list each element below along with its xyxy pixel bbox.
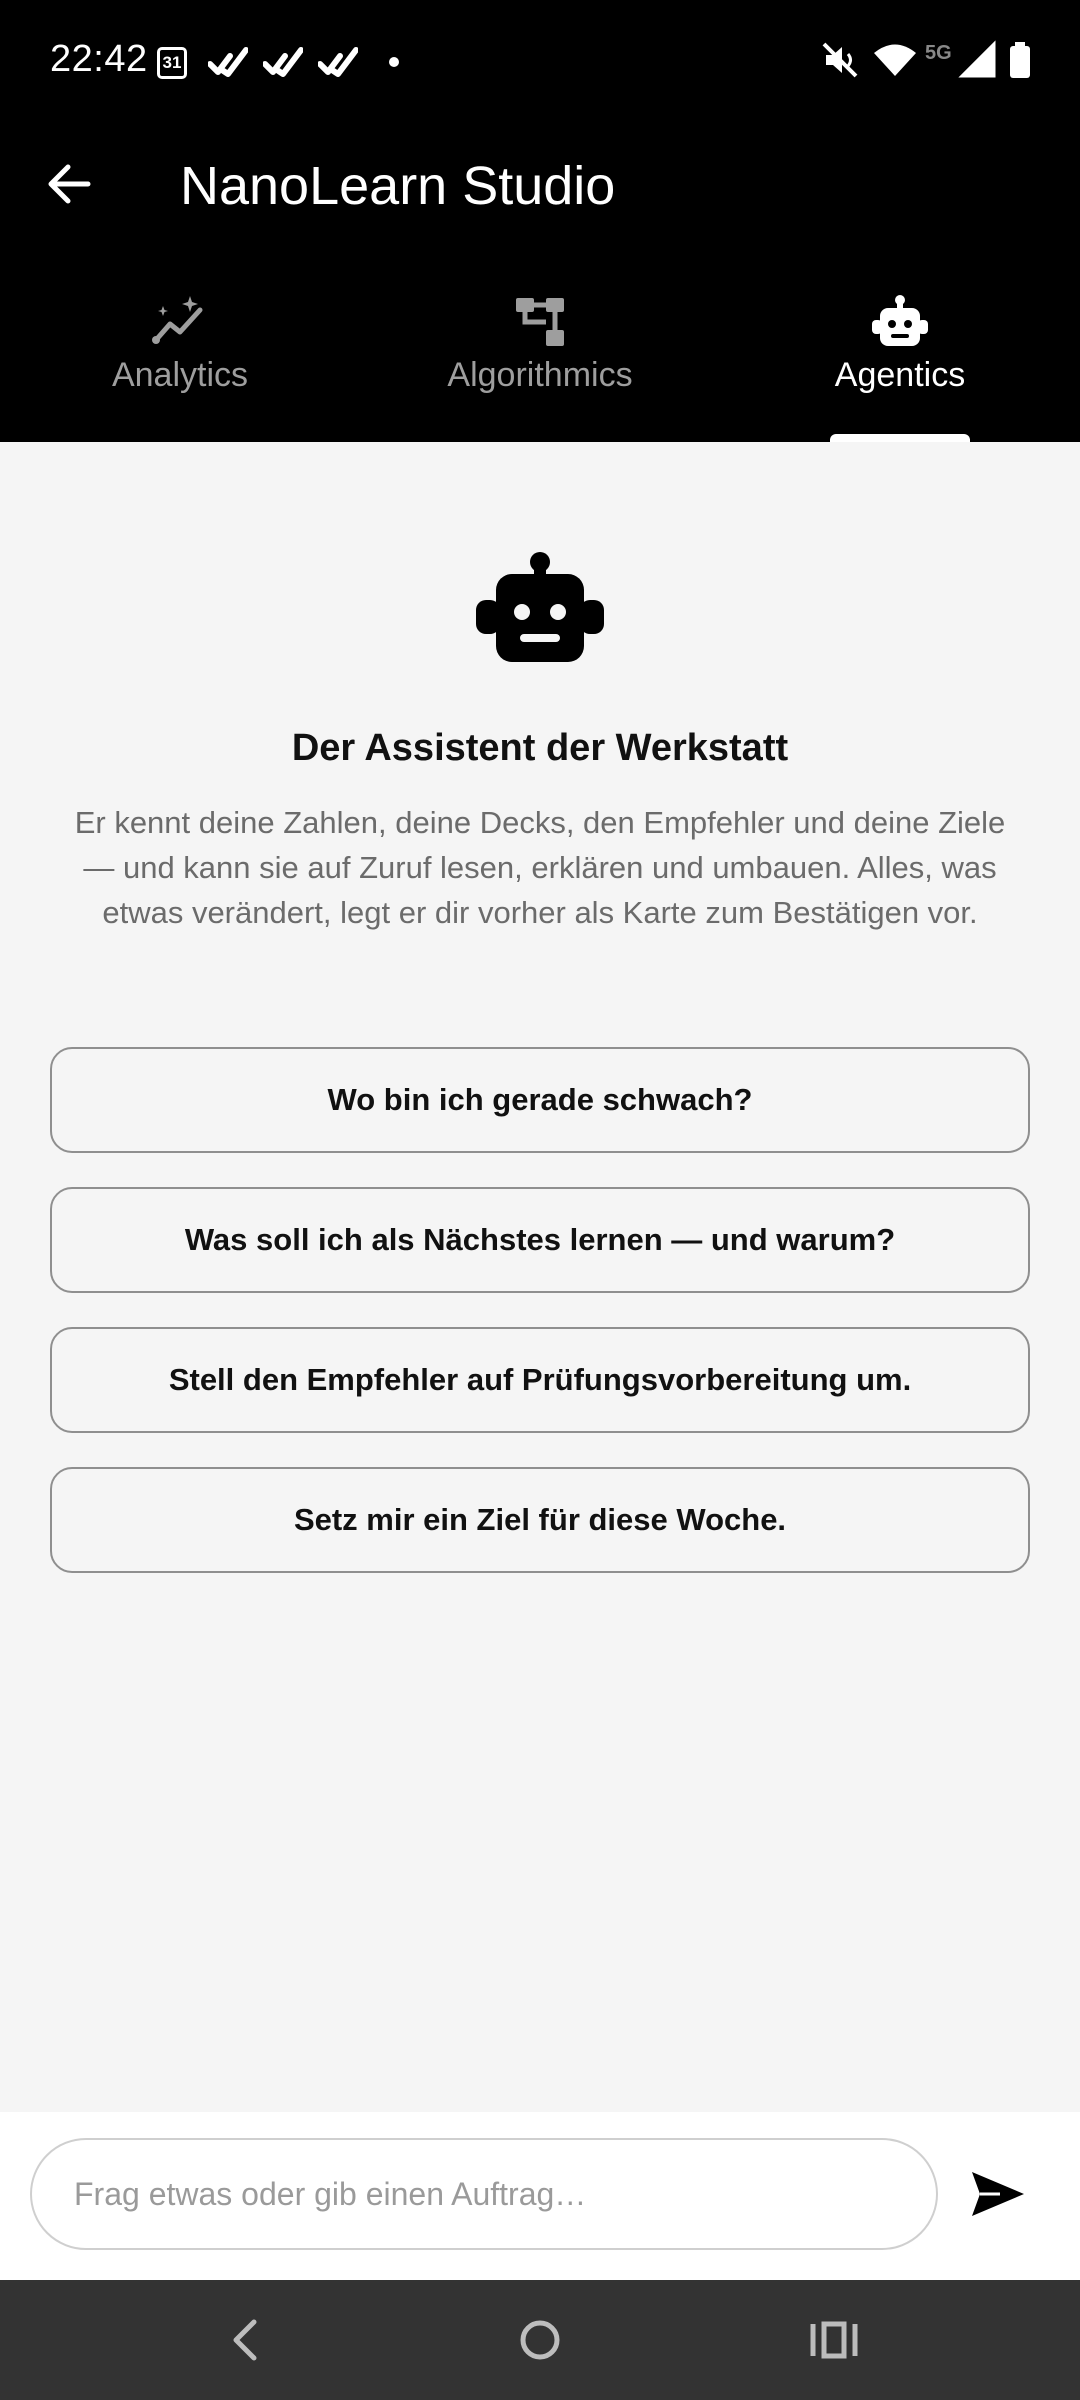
check-icon	[208, 47, 248, 77]
tab-agentics[interactable]: Agentics	[720, 274, 1080, 442]
tab-analytics[interactable]: Analytics	[0, 274, 360, 442]
flow-chart-icon	[516, 298, 564, 346]
message-composer	[0, 2112, 1080, 2280]
suggestion-button[interactable]: Stell den Empfehler auf Prüfungsvorberei…	[50, 1327, 1030, 1433]
tab-algorithmics[interactable]: Algorithmics	[360, 274, 720, 442]
page-title: NanoLearn Studio	[180, 156, 616, 216]
tab-bar: Analytics Algorithmics Agentics	[0, 274, 1080, 442]
robot-icon	[872, 295, 928, 346]
mute-icon	[822, 42, 858, 78]
active-tab-indicator	[830, 434, 970, 442]
check-icon	[263, 47, 303, 77]
send-icon[interactable]	[968, 2164, 1028, 2224]
suggestion-button[interactable]: Was soll ich als Nächstes lernen — und w…	[50, 1187, 1030, 1293]
suggestion-button[interactable]: Setz mir ein Ziel für diese Woche.	[50, 1467, 1030, 1573]
assistant-description: Er kennt deine Zahlen, deine Decks, den …	[74, 805, 1006, 930]
check-icon	[318, 47, 358, 77]
tab-label: Analytics	[111, 356, 249, 394]
nav-back-icon[interactable]	[216, 2310, 276, 2370]
status-time: 22:42	[50, 38, 148, 80]
calendar-icon: 31	[157, 47, 187, 79]
system-nav-bar	[0, 2280, 1080, 2400]
robot-icon	[476, 552, 604, 662]
app-bar: NanoLearn Studio Analytics Algorithmics	[0, 124, 1080, 442]
nav-recents-icon[interactable]	[804, 2310, 864, 2370]
network-type: 5G	[925, 42, 952, 64]
assistant-title: Der Assistent der Werkstatt	[291, 727, 789, 769]
prompt-input[interactable]	[30, 2138, 938, 2250]
tab-label: Algorithmics	[447, 356, 633, 394]
battery-icon	[1010, 42, 1030, 78]
arrow-left-icon[interactable]	[40, 154, 100, 214]
signal-icon	[958, 40, 996, 78]
assistant-panel: Der Assistent der Werkstatt Er kennt dei…	[0, 442, 1080, 2112]
nav-home-icon[interactable]	[510, 2310, 570, 2370]
wifi-icon	[874, 44, 916, 76]
tab-label: Agentics	[834, 356, 966, 394]
sparkle-chart-icon	[152, 296, 203, 344]
status-bar: 22:42 31 5G	[0, 0, 1080, 124]
dot-icon	[389, 57, 399, 67]
suggestion-button[interactable]: Wo bin ich gerade schwach?	[50, 1047, 1030, 1153]
